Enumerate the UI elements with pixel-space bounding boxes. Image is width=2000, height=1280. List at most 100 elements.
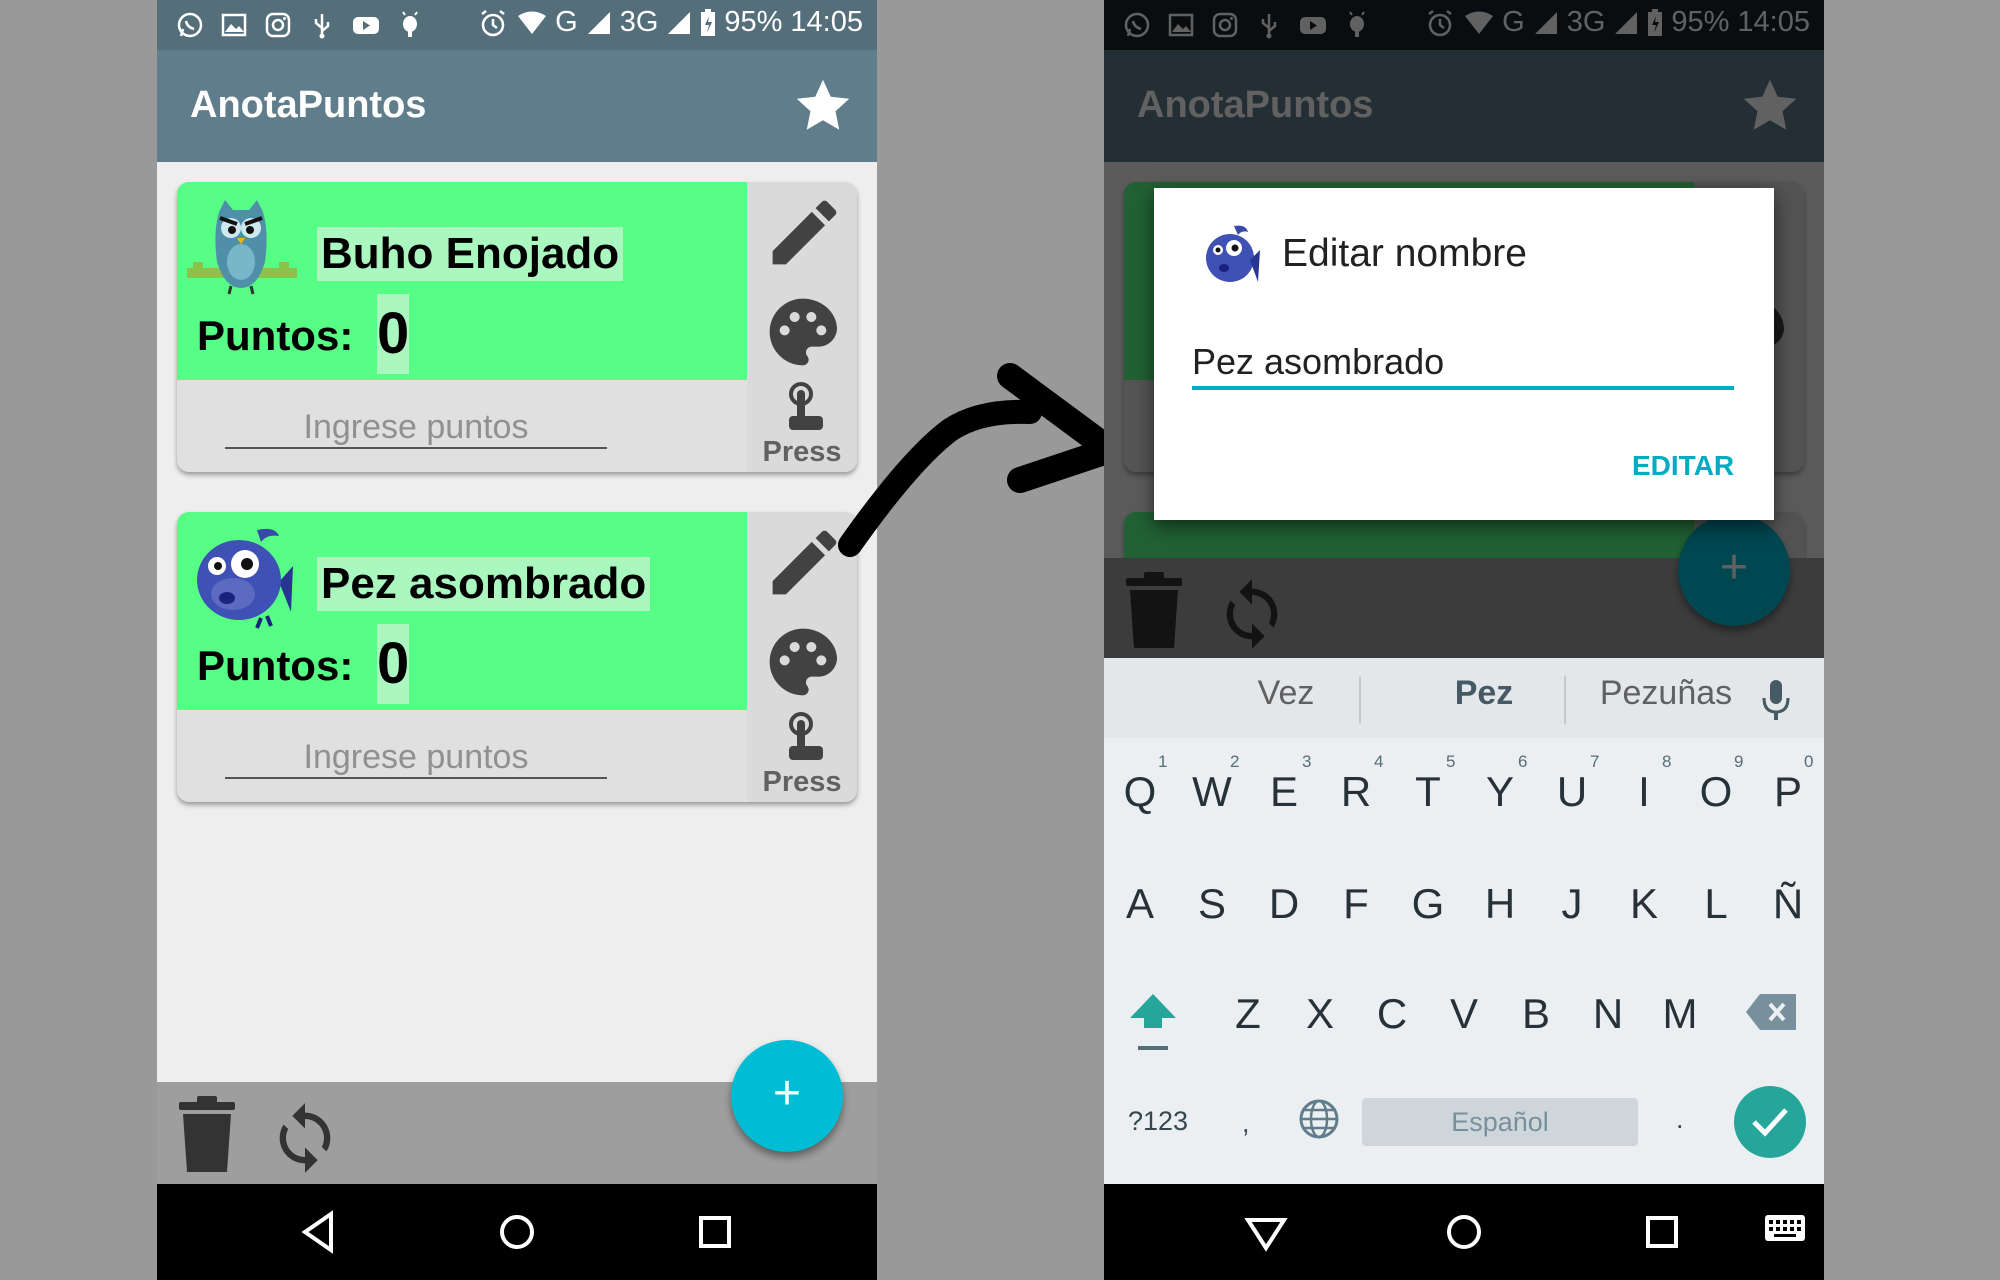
hide-keyboard-icon[interactable]	[1238, 1204, 1294, 1260]
backspace-icon[interactable]	[1746, 992, 1798, 1032]
name-input[interactable]	[1192, 338, 1734, 390]
key-m[interactable]: M	[1652, 990, 1708, 1038]
player-card-header: Buho Enojado Puntos: 0	[177, 182, 747, 380]
key-g[interactable]: G	[1400, 880, 1456, 928]
signal-icon	[587, 11, 610, 34]
key-l[interactable]: L	[1688, 880, 1744, 928]
key-j[interactable]: J	[1544, 880, 1600, 928]
suggestion-divider	[1359, 676, 1361, 724]
edit-button[interactable]: EDITAR	[1632, 450, 1734, 482]
surprised-fish-avatar	[197, 528, 293, 629]
key-h[interactable]: H	[1472, 880, 1528, 928]
key-i[interactable]: I	[1616, 768, 1672, 816]
points-input[interactable]	[225, 407, 607, 449]
player-card: Buho Enojado Puntos: 0 Press	[177, 182, 857, 472]
angry-owl-avatar	[187, 200, 297, 295]
usb-icon	[314, 14, 330, 39]
dialog-title: Editar nombre	[1282, 232, 1527, 275]
key-w[interactable]: W	[1184, 768, 1240, 816]
palette-icon[interactable]	[763, 622, 843, 702]
recents-icon[interactable]	[1634, 1204, 1690, 1260]
app-bar: AnotaPuntos	[157, 50, 877, 162]
key-v[interactable]: V	[1436, 990, 1492, 1038]
key-k[interactable]: K	[1616, 880, 1672, 928]
symbols-key[interactable]: ?123	[1128, 1106, 1188, 1137]
key-u[interactable]: U	[1544, 768, 1600, 816]
press-label: Press	[762, 766, 842, 798]
network-g-label: G	[555, 6, 578, 38]
key-a[interactable]: A	[1112, 880, 1168, 928]
points-value: 0	[377, 294, 409, 374]
key-s[interactable]: S	[1184, 880, 1240, 928]
youtube-icon	[353, 17, 379, 34]
phone-screen-right: G 3G 95% 14:05 AnotaPuntos +	[1104, 0, 1824, 1280]
signal-icon-2	[668, 11, 691, 34]
key-r[interactable]: R	[1328, 768, 1384, 816]
comma-key[interactable]: ,	[1242, 1108, 1250, 1139]
soft-keyboard: Vez Pez Pezuñas 1 Q 2 W 3 E 4 R 5 T 6 Y …	[1104, 658, 1824, 1184]
image-notification-icon	[221, 13, 247, 37]
suggestion-item[interactable]: Pez	[1404, 674, 1564, 713]
key-p[interactable]: P	[1760, 768, 1816, 816]
suggestion-item[interactable]: Pezuñas	[1576, 674, 1756, 713]
key-c[interactable]: C	[1364, 990, 1420, 1038]
wifi-icon	[518, 11, 547, 34]
key-x[interactable]: X	[1292, 990, 1348, 1038]
suggestion-divider	[1564, 676, 1566, 724]
pencil-icon[interactable]	[762, 190, 847, 275]
battery-icon	[701, 8, 716, 36]
suggestion-item[interactable]: Vez	[1216, 674, 1356, 713]
points-label: Puntos:	[197, 642, 354, 689]
key-z[interactable]: Z	[1220, 990, 1276, 1038]
back-icon[interactable]	[291, 1204, 347, 1260]
points-input[interactable]	[225, 737, 607, 779]
key-b[interactable]: B	[1508, 990, 1564, 1038]
navigation-bar	[1104, 1184, 1824, 1280]
key-e[interactable]: E	[1256, 768, 1312, 816]
instagram-icon	[265, 12, 291, 38]
player-card: Pez asombrado Puntos: 0 Press	[177, 512, 857, 802]
refresh-icon[interactable]	[267, 1100, 343, 1176]
home-icon[interactable]	[489, 1204, 545, 1260]
key-d[interactable]: D	[1256, 880, 1312, 928]
key-y[interactable]: Y	[1472, 768, 1528, 816]
player-name[interactable]: Pez asombrado	[317, 557, 651, 611]
fish-icon	[1206, 225, 1260, 282]
status-bar: G 3G 95% 14:05	[157, 0, 877, 50]
suggestion-strip: Vez Pez Pezuñas	[1104, 658, 1824, 738]
shift-icon[interactable]	[1126, 988, 1180, 1054]
key-t[interactable]: T	[1400, 768, 1456, 816]
transition-arrow-icon	[838, 363, 1123, 557]
navigation-bar	[157, 1184, 877, 1280]
touch-icon[interactable]	[783, 382, 827, 432]
key-n-tilde[interactable]: Ñ	[1760, 880, 1816, 928]
edit-name-dialog: Editar nombre EDITAR	[1154, 188, 1774, 520]
key-q[interactable]: Q	[1112, 768, 1168, 816]
phone-screen-left: G 3G 95% 14:05 AnotaPuntos Buho Enojado …	[157, 0, 877, 1280]
add-player-button[interactable]: +	[731, 1040, 843, 1152]
points-label: Puntos:	[197, 312, 354, 359]
key-o[interactable]: O	[1688, 768, 1744, 816]
android-debug-icon	[402, 11, 418, 37]
player-name[interactable]: Buho Enojado	[317, 227, 624, 281]
home-icon[interactable]	[1436, 1204, 1492, 1260]
period-key[interactable]: .	[1676, 1104, 1684, 1135]
microphone-icon[interactable]	[1760, 678, 1792, 722]
keyboard-icon[interactable]	[1764, 1214, 1806, 1246]
space-key[interactable]: Español	[1362, 1098, 1638, 1146]
network-3g-label: 3G	[619, 6, 659, 38]
key-f[interactable]: F	[1328, 880, 1384, 928]
points-value: 0	[377, 624, 409, 704]
touch-icon[interactable]	[783, 712, 827, 762]
star-icon[interactable]	[793, 76, 853, 136]
recents-icon[interactable]	[687, 1204, 743, 1260]
whatsapp-icon	[177, 12, 203, 38]
done-button[interactable]	[1734, 1086, 1806, 1158]
checkmark-icon	[1752, 1108, 1788, 1137]
alarm-icon	[481, 9, 505, 36]
key-n[interactable]: N	[1580, 990, 1636, 1038]
player-card-header: Pez asombrado Puntos: 0	[177, 512, 747, 710]
globe-icon[interactable]	[1298, 1098, 1340, 1140]
trash-icon[interactable]	[175, 1096, 239, 1174]
app-title: AnotaPuntos	[190, 84, 427, 126]
